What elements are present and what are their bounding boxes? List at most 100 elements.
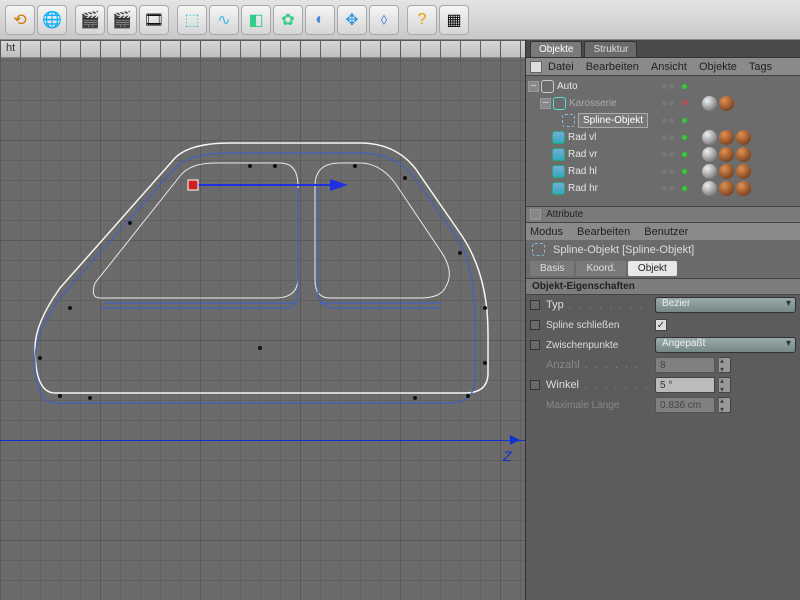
tab-structure[interactable]: Struktur (584, 41, 637, 57)
phong-tag-icon[interactable] (702, 164, 717, 179)
material-tag-icon[interactable] (719, 181, 734, 196)
spiral-icon[interactable]: ∿ (209, 5, 239, 35)
deform-icon[interactable]: ⬨ (369, 5, 399, 35)
prop-close-spline: Spline schließen ✓ (526, 315, 800, 335)
globe-icon[interactable]: 🌐 (37, 5, 67, 35)
tree-label-auto[interactable]: Auto (557, 81, 578, 92)
phong-tag-icon[interactable] (702, 181, 717, 196)
tree-label-body[interactable]: Karosserie (569, 98, 617, 109)
prop-close-checkbox[interactable]: ✓ (655, 319, 667, 331)
material-tag-icon[interactable] (719, 147, 734, 162)
material-tag-icon[interactable] (719, 164, 734, 179)
film-icon[interactable]: 🎞 (139, 5, 169, 35)
tree-label-rad-hl[interactable]: Rad hl (568, 166, 597, 177)
object-tree[interactable]: – Auto – Karosserie Spline-Objekt Rad vl (526, 76, 800, 206)
group-object-properties: Objekt-Eigenschaften (526, 278, 800, 295)
spreadsheet-icon[interactable]: ▦ (439, 5, 469, 35)
clapper-closed-icon[interactable]: 🎬 (107, 5, 137, 35)
expand-icon[interactable]: ✥ (337, 5, 367, 35)
enable-dot[interactable] (682, 186, 687, 191)
tags-column (702, 78, 751, 197)
material-tag-icon[interactable] (736, 164, 751, 179)
attr-tab-basis[interactable]: Basis (530, 261, 574, 276)
attribute-manager-header: Attribute (526, 206, 800, 223)
attr-menu-mode[interactable]: Modus (530, 226, 563, 238)
manager-grip-icon[interactable] (530, 61, 542, 73)
enable-dot[interactable] (682, 169, 687, 174)
tree-label-rad-vr[interactable]: Rad vr (568, 149, 597, 160)
disclosure-icon[interactable]: – (540, 98, 551, 109)
extrude-icon (553, 97, 566, 110)
prop-close-label: Spline schließen (546, 320, 651, 331)
prop-type: Typ . . . . . . . . . Bezier (526, 295, 800, 315)
menu-objects[interactable]: Objekte (699, 61, 737, 73)
disable-x-icon[interactable]: × (682, 98, 688, 109)
prop-maxlen-label: Maximale Länge (546, 400, 651, 411)
prop-count-input (655, 357, 715, 373)
attr-lock-icon[interactable] (530, 209, 541, 220)
cylinder-icon (552, 131, 565, 144)
material-tag-icon[interactable] (719, 96, 734, 111)
phong-tag-icon[interactable] (702, 147, 717, 162)
prop-interp-dropdown[interactable]: Angepaßt (655, 337, 796, 353)
enable-dot[interactable] (682, 152, 687, 157)
side-panel: Objekte Struktur Datei Bearbeiten Ansich… (525, 40, 800, 600)
phong-tag-icon[interactable] (702, 130, 717, 145)
attr-tab-object[interactable]: Objekt (628, 261, 677, 276)
prop-type-label: Typ . . . . . . . . . (546, 299, 651, 311)
spinner-icon (719, 357, 731, 373)
undo-icon[interactable]: ⟲ (5, 5, 35, 35)
manager-tabs: Objekte Struktur (526, 40, 800, 58)
selection-title-text: Spline-Objekt [Spline-Objekt] (553, 244, 694, 256)
material-tag-icon[interactable] (719, 130, 734, 145)
spline-icon (562, 114, 575, 127)
spinner-icon[interactable] (719, 377, 731, 393)
spline-drawing[interactable] (0, 58, 525, 598)
tree-label-spline[interactable]: Spline-Objekt (578, 113, 648, 128)
blob-icon[interactable]: ◐ (305, 5, 335, 35)
anim-dot-icon[interactable] (530, 320, 540, 330)
cube-icon[interactable]: ⬚ (177, 5, 207, 35)
prop-interp: Zwischenpunkte Angepaßt (526, 335, 800, 355)
prop-angle-input[interactable] (655, 377, 715, 393)
cylinder-icon (552, 182, 565, 195)
attribute-tabs: Basis Koord. Objekt (526, 259, 800, 278)
tree-label-rad-vl[interactable]: Rad vl (568, 132, 596, 143)
anim-dot-icon[interactable] (530, 380, 540, 390)
phong-tag-icon[interactable] (702, 96, 717, 111)
spinner-icon (719, 397, 731, 413)
viewport[interactable]: ht Z (0, 40, 525, 600)
cube-soft-icon[interactable]: ◧ (241, 5, 271, 35)
material-tag-icon[interactable] (736, 130, 751, 145)
selection-title: Spline-Objekt [Spline-Objekt] (526, 240, 800, 259)
cylinder-icon (552, 148, 565, 161)
menu-edit[interactable]: Bearbeiten (586, 61, 639, 73)
prop-maxlen: Maximale Länge (526, 395, 800, 415)
visibility-column: × (662, 78, 688, 197)
flower-icon[interactable]: ✿ (273, 5, 303, 35)
prop-type-dropdown[interactable]: Bezier (655, 297, 796, 313)
enable-dot[interactable] (682, 135, 687, 140)
menu-view[interactable]: Ansicht (651, 61, 687, 73)
object-manager-menu: Datei Bearbeiten Ansicht Objekte Tags (526, 58, 800, 76)
tree-label-rad-hr[interactable]: Rad hr (568, 183, 598, 194)
spline-icon (532, 243, 545, 256)
prop-count-label: Anzahl . . . . . . (546, 359, 651, 371)
enable-dot[interactable] (682, 84, 687, 89)
attr-tab-coord[interactable]: Koord. (576, 261, 625, 276)
anim-dot-icon[interactable] (530, 300, 540, 310)
menu-file[interactable]: Datei (548, 61, 574, 73)
disclosure-icon[interactable]: – (528, 81, 539, 92)
enable-dot[interactable] (682, 118, 687, 123)
material-tag-icon[interactable] (736, 181, 751, 196)
material-tag-icon[interactable] (736, 147, 751, 162)
menu-tags[interactable]: Tags (749, 61, 772, 73)
attr-menu-edit[interactable]: Bearbeiten (577, 226, 630, 238)
attr-menu-user[interactable]: Benutzer (644, 226, 688, 238)
tab-objects[interactable]: Objekte (530, 41, 582, 57)
clapper-open-icon[interactable]: 🎬 (75, 5, 105, 35)
anim-dot-icon[interactable] (530, 340, 540, 350)
help-icon[interactable]: ? (407, 5, 437, 35)
prop-count: Anzahl . . . . . . (526, 355, 800, 375)
view-name-label: ht (6, 42, 15, 54)
